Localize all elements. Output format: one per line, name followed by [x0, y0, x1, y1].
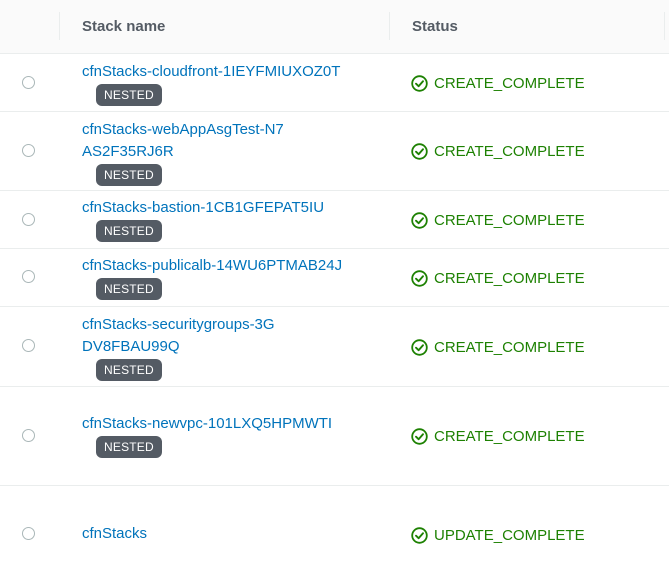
table-row[interactable]: cfnStacks-newvpc-101LXQ5HPMWTI NESTED CR…: [0, 387, 669, 486]
stack-name-cell: cfnStacks-bastion-1CB1GFEPAT5IU NESTED: [82, 197, 367, 242]
status-cell: CREATE_COMPLETE: [411, 337, 585, 357]
table-row[interactable]: cfnStacks-cloudfront-1IEYFMIUXOZ0T NESTE…: [0, 54, 669, 112]
table-row[interactable]: cfnStacks-securitygroups-3GDV8FBAU99Q NE…: [0, 307, 669, 387]
status-cell: CREATE_COMPLETE: [411, 141, 585, 161]
nested-badge: NESTED: [96, 278, 162, 300]
stack-name-link[interactable]: cfnStacks-cloudfront-1IEYFMIUXOZ0T: [82, 61, 367, 83]
stack-name-link[interactable]: cfnStacks-securitygroups-3GDV8FBAU99Q: [82, 314, 282, 358]
status-text: CREATE_COMPLETE: [434, 142, 585, 160]
status-text: CREATE_COMPLETE: [434, 338, 585, 356]
stack-name-cell: cfnStacks-publicalb-14WU6PTMAB24J NESTED: [82, 255, 367, 300]
row-select-radio[interactable]: [22, 213, 35, 226]
status-cell: CREATE_COMPLETE: [411, 210, 585, 230]
nested-badge: NESTED: [96, 436, 162, 458]
nested-badge: NESTED: [96, 220, 162, 242]
row-select-radio[interactable]: [22, 270, 35, 283]
stack-name-cell: cfnStacks-securitygroups-3GDV8FBAU99Q NE…: [82, 314, 282, 381]
stack-name-link[interactable]: cfnStacks-bastion-1CB1GFEPAT5IU: [82, 197, 367, 219]
check-circle-icon: [411, 427, 428, 445]
column-divider[interactable]: [664, 12, 665, 40]
status-text: CREATE_COMPLETE: [434, 269, 585, 287]
nested-badge: NESTED: [96, 164, 162, 186]
status-cell: CREATE_COMPLETE: [411, 426, 585, 446]
column-divider[interactable]: [389, 12, 390, 40]
table-header: Stack name Status: [0, 0, 669, 54]
nested-badge: NESTED: [96, 359, 162, 381]
row-select-radio[interactable]: [22, 76, 35, 89]
stack-name-cell: cfnStacks: [82, 523, 367, 545]
row-select-radio[interactable]: [22, 339, 35, 352]
nested-badge: NESTED: [96, 84, 162, 106]
row-select-radio[interactable]: [22, 144, 35, 157]
table-row[interactable]: cfnStacks UPDATE_COMPLETE: [0, 486, 669, 582]
check-circle-icon: [411, 211, 428, 229]
status-cell: UPDATE_COMPLETE: [411, 525, 585, 545]
stack-name-cell: cfnStacks-cloudfront-1IEYFMIUXOZ0T NESTE…: [82, 61, 367, 106]
status-text: CREATE_COMPLETE: [434, 74, 585, 92]
status-cell: CREATE_COMPLETE: [411, 268, 585, 288]
table-row[interactable]: cfnStacks-webAppAsgTest-N7AS2F35RJ6R NES…: [0, 112, 669, 191]
row-select-radio[interactable]: [22, 429, 35, 442]
status-text: CREATE_COMPLETE: [434, 211, 585, 229]
stack-name-link[interactable]: cfnStacks: [82, 523, 367, 545]
table-row[interactable]: cfnStacks-bastion-1CB1GFEPAT5IU NESTED C…: [0, 191, 669, 249]
column-divider[interactable]: [59, 12, 60, 40]
stack-name-link[interactable]: cfnStacks-newvpc-101LXQ5HPMWTI: [82, 413, 367, 435]
stack-name-link[interactable]: cfnStacks-publicalb-14WU6PTMAB24J: [82, 255, 367, 277]
stacks-table: Stack name Status cfnStacks-cloudfront-1…: [0, 0, 669, 582]
check-circle-icon: [411, 526, 428, 544]
table-row[interactable]: cfnStacks-publicalb-14WU6PTMAB24J NESTED…: [0, 249, 669, 307]
stack-name-cell: cfnStacks-webAppAsgTest-N7AS2F35RJ6R NES…: [82, 119, 292, 186]
row-select-radio[interactable]: [22, 527, 35, 540]
check-circle-icon: [411, 338, 428, 356]
column-header-status[interactable]: Status: [412, 0, 458, 53]
check-circle-icon: [411, 74, 428, 92]
stack-name-link[interactable]: cfnStacks-webAppAsgTest-N7AS2F35RJ6R: [82, 119, 292, 163]
status-text: UPDATE_COMPLETE: [434, 526, 585, 544]
check-circle-icon: [411, 269, 428, 287]
status-cell: CREATE_COMPLETE: [411, 73, 585, 93]
stack-name-cell: cfnStacks-newvpc-101LXQ5HPMWTI NESTED: [82, 413, 367, 458]
check-circle-icon: [411, 142, 428, 160]
column-header-stack-name[interactable]: Stack name: [82, 0, 165, 53]
status-text: CREATE_COMPLETE: [434, 427, 585, 445]
